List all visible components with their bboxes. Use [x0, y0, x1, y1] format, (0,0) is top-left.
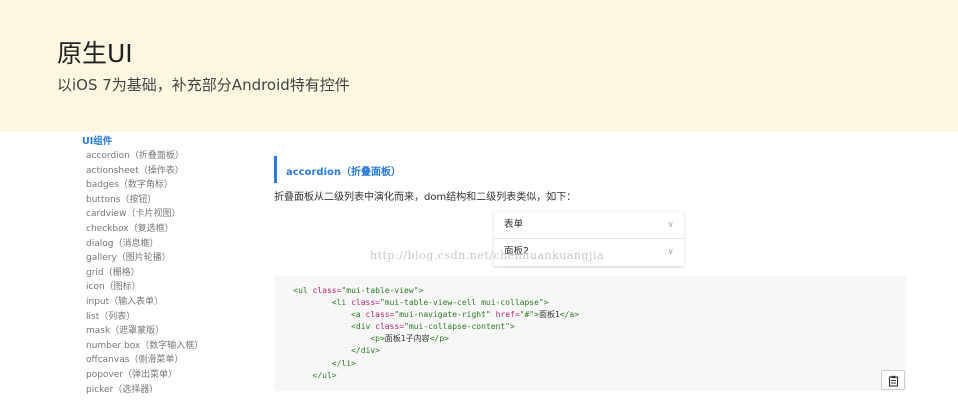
- code-token: >: [510, 322, 515, 332]
- clipboard-icon: [888, 375, 899, 387]
- sidebar-item[interactable]: actionsheet（操作表）: [82, 164, 252, 179]
- code-token: href=: [495, 310, 520, 320]
- code-token: >: [418, 286, 424, 295]
- sidebar-item[interactable]: list（列表）: [82, 310, 252, 325]
- sidebar-item[interactable]: buttons（按钮）: [82, 193, 252, 208]
- code-token: "mui-table-view-cell mui-collapse": [379, 298, 544, 308]
- code-token: "mui-table-view": [341, 286, 419, 295]
- sidebar-nav: UI组件 accordion（折叠面板） actionsheet（操作表） badg…: [82, 134, 252, 397]
- page-title: 原生UI: [57, 39, 133, 68]
- code-line: <p>面板1子内容</p>: [274, 333, 579, 345]
- sidebar-item[interactable]: grid（栅格）: [82, 266, 252, 281]
- code-token: </div>: [351, 346, 380, 356]
- code-block: <ul class="mui-table-view"> <li class="m…: [274, 276, 906, 391]
- page-subtitle: 以iOS 7为基础，补充部分Android特有控件: [57, 76, 350, 94]
- code-token: "#": [519, 310, 535, 320]
- section-description: 折叠面板从二级列表中演化而来，dom结构和二级列表类似，如下：: [274, 192, 577, 203]
- code-token: </p>: [429, 334, 449, 344]
- code-token: </ul>: [312, 370, 337, 380]
- code-token: 面板1子内容: [384, 334, 430, 344]
- accordion-item[interactable]: 表单 ∨: [494, 212, 684, 239]
- code-token: <p>: [370, 334, 385, 344]
- sidebar-item[interactable]: mask（遮罩蒙版）: [82, 324, 252, 339]
- sidebar-item[interactable]: dialog（消息框）: [82, 237, 252, 252]
- code-token: >: [543, 298, 549, 308]
- page-banner: 原生UI 以iOS 7为基础，补充部分Android特有控件: [0, 0, 958, 132]
- code-token: class=: [312, 286, 342, 295]
- code-line: <ul class="mui-table-view">: [274, 285, 579, 297]
- code-token: class=: [375, 322, 405, 332]
- sidebar-item[interactable]: icon（图标）: [82, 280, 252, 295]
- code-line: </div>: [274, 345, 579, 357]
- code-token: 面板1: [538, 310, 560, 320]
- sidebar-list: accordion（折叠面板） actionsheet（操作表） badges（数字…: [82, 149, 252, 397]
- code-token: "mui-collapse-content": [404, 322, 511, 332]
- code-token: </li>: [331, 358, 356, 368]
- sidebar-item[interactable]: popover（弹出菜单）: [82, 368, 252, 383]
- code-token: <ul: [293, 286, 313, 295]
- section-accent-bar: [274, 156, 277, 183]
- chevron-down-icon: ∨: [667, 220, 674, 230]
- chevron-down-icon: ∨: [667, 247, 674, 257]
- sidebar-item[interactable]: accordion（折叠面板）: [82, 149, 252, 164]
- section-title: accordion（折叠面板）: [286, 167, 401, 178]
- code-token: <li: [331, 298, 352, 308]
- sidebar-heading[interactable]: UI组件: [82, 134, 252, 149]
- code-line: </ul>: [274, 370, 579, 382]
- code-token: </a>: [559, 310, 580, 320]
- code-line: <li class="mui-table-view-cell mui-colla…: [274, 297, 579, 309]
- code-token: class=: [365, 310, 395, 320]
- code-line: <div class="mui-collapse-content">: [274, 321, 579, 333]
- watermark: http://blog.csdn.net/chenhuankuangjia: [370, 249, 605, 262]
- sidebar-item[interactable]: gallery（图片轮播）: [82, 251, 252, 266]
- code-line: </li>: [274, 358, 579, 370]
- copy-code-button[interactable]: [881, 370, 905, 390]
- sidebar-item[interactable]: offcanvas（侧滑菜单）: [82, 353, 252, 368]
- code-token: <div: [351, 322, 376, 332]
- code-token: <a: [351, 310, 366, 320]
- code-token: "mui-navigate-right": [394, 310, 496, 320]
- sidebar-item[interactable]: number box（数字输入框）: [82, 339, 252, 354]
- sidebar-item[interactable]: checkbox（复选框）: [82, 222, 252, 237]
- sidebar-item[interactable]: badges（数字角标）: [82, 178, 252, 193]
- accordion-item-label: 表单: [504, 219, 524, 230]
- code-content: <ul class="mui-table-view"> <li class="m…: [274, 285, 579, 382]
- code-line: <a class="mui-navigate-right" href="#">面…: [274, 309, 579, 321]
- sidebar-item[interactable]: input（输入表单）: [82, 295, 252, 310]
- sidebar-item[interactable]: cardview（卡片视图）: [82, 207, 252, 222]
- sidebar-item[interactable]: picker（选择器）: [82, 383, 252, 398]
- code-token: class=: [351, 298, 380, 308]
